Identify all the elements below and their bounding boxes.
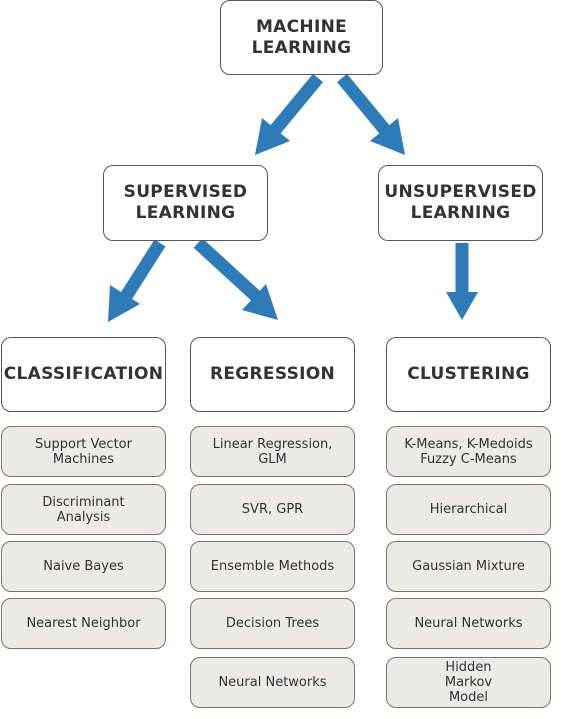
regression-node: REGRESSION	[190, 337, 355, 412]
classification-item: Nearest Neighbor	[1, 598, 166, 649]
clustering-item: Hierarchical	[386, 484, 551, 535]
arrow-supervised-to-regression	[193, 238, 278, 320]
arrow-ml-to-supervised	[255, 73, 324, 155]
regression-item: SVR, GPR	[190, 484, 355, 535]
clustering-node: CLUSTERING	[386, 337, 551, 412]
regression-item: Decision Trees	[190, 598, 355, 649]
classification-item: Discriminant Analysis	[1, 484, 166, 535]
clustering-item: Hidden Markov Model	[386, 657, 551, 708]
ml-diagram: MACHINE LEARNING SUPERVISED LEARNING UNS…	[0, 0, 561, 719]
clustering-item: Gaussian Mixture	[386, 541, 551, 592]
regression-item: Linear Regression, GLM	[190, 426, 355, 477]
clustering-item: K-Means, K-Medoids Fuzzy C-Means	[386, 426, 551, 477]
classification-item: Support Vector Machines	[1, 426, 166, 477]
regression-item: Ensemble Methods	[190, 541, 355, 592]
arrow-unsupervised-to-clustering	[446, 243, 478, 320]
classification-item: Naive Bayes	[1, 541, 166, 592]
regression-item: Neural Networks	[190, 657, 355, 708]
classification-node: CLASSIFICATION	[1, 337, 166, 412]
unsupervised-learning-node: UNSUPERVISED LEARNING	[378, 165, 543, 241]
root-node: MACHINE LEARNING	[220, 0, 383, 75]
supervised-learning-node: SUPERVISED LEARNING	[103, 165, 268, 241]
arrow-ml-to-unsupervised	[336, 73, 405, 155]
arrow-supervised-to-classification	[108, 239, 166, 322]
clustering-item: Neural Networks	[386, 598, 551, 649]
